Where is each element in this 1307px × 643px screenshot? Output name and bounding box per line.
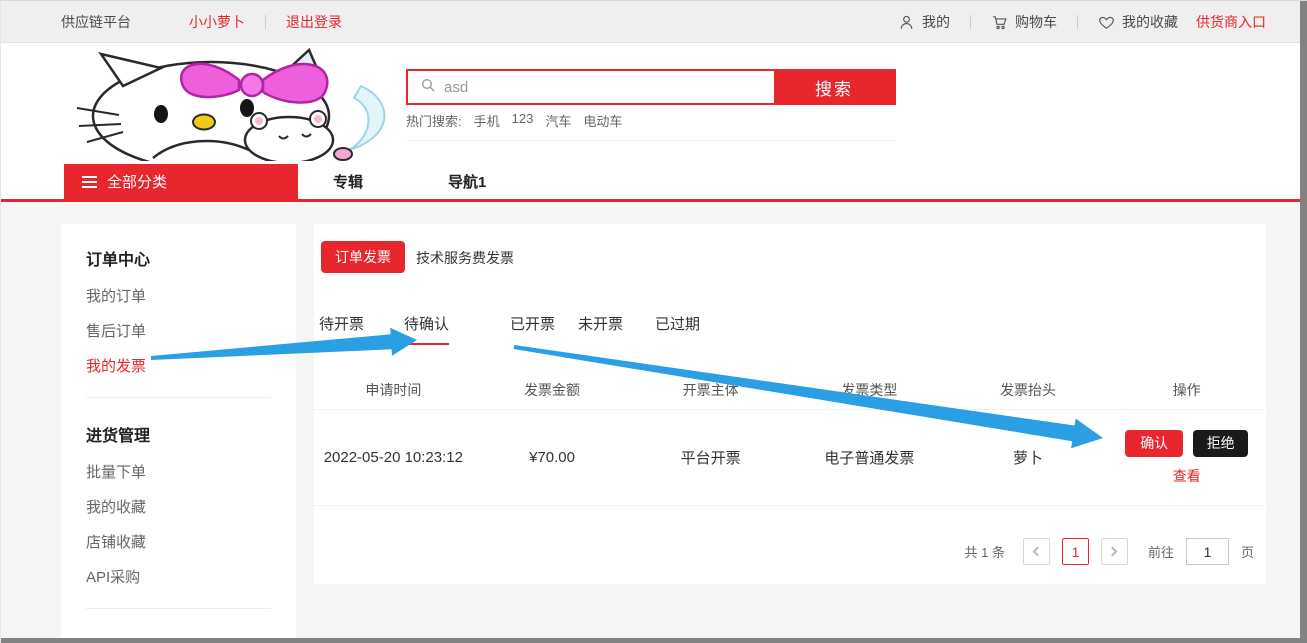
main-nav: 全部分类 专辑 导航1 <box>1 164 1307 199</box>
search-bar: 搜索 <box>406 69 896 105</box>
reject-button[interactable]: 拒绝 <box>1193 430 1248 457</box>
topbar: 供应链平台 小小萝卜 退出登录 我的 购物车 <box>1 1 1307 43</box>
username-link[interactable]: 小小萝卜 <box>189 12 245 32</box>
cell-issuer: 平台开票 <box>631 410 790 505</box>
status-tab-not-invoiced[interactable]: 未开票 <box>578 313 623 343</box>
table-row: 2022-05-20 10:23:12 ¥70.00 平台开票 电子普通发票 萝… <box>314 410 1266 506</box>
tab-tech-service-invoice[interactable]: 技术服务费发票 <box>416 248 514 268</box>
sidebar-item-aftersale-orders[interactable]: 售后订单 <box>86 322 271 342</box>
divider <box>970 15 971 29</box>
nav-item-album[interactable]: 专辑 <box>333 171 363 192</box>
page-1-button[interactable]: 1 <box>1062 538 1089 565</box>
logout-link[interactable]: 退出登录 <box>286 12 342 32</box>
supplier-entry-link[interactable]: 供货商入口 <box>1196 12 1266 32</box>
search-button[interactable]: 搜索 <box>774 71 894 103</box>
status-tab-invoiced[interactable]: 已开票 <box>510 313 555 343</box>
status-tab-expired[interactable]: 已过期 <box>655 313 700 343</box>
sidebar-section-order-center: 订单中心 <box>86 246 271 270</box>
sidebar-item-my-orders[interactable]: 我的订单 <box>86 287 271 307</box>
table-header-row: 申请时间 发票金额 开票主体 发票类型 发票抬头 操作 <box>314 371 1266 410</box>
sidebar: 订单中心 我的订单 售后订单 我的发票 进货管理 批量下单 我的收藏 店铺收藏 … <box>61 224 296 643</box>
hot-keyword[interactable]: 电动车 <box>583 111 622 130</box>
sidebar-divider <box>86 397 271 398</box>
cart-label: 购物车 <box>1015 12 1057 32</box>
chevron-right-icon <box>1108 547 1118 557</box>
status-tab-pending-confirm[interactable]: 待确认 <box>404 313 449 345</box>
col-issuer: 开票主体 <box>631 371 790 409</box>
all-categories-label: 全部分类 <box>107 171 167 192</box>
col-invoice-title: 发票抬头 <box>949 371 1108 409</box>
window-edge-bottom <box>1 638 1307 643</box>
search-input[interactable] <box>444 79 744 96</box>
chevron-left-icon <box>1033 547 1043 557</box>
divider <box>1077 15 1078 29</box>
col-invoice-type: 发票类型 <box>790 371 949 409</box>
sidebar-item-batch-order[interactable]: 批量下单 <box>86 463 271 483</box>
cart-icon <box>991 14 1008 31</box>
pagination: 共 1 条 1 前往 页 <box>965 538 1255 565</box>
tab-order-invoice[interactable]: 订单发票 <box>321 241 405 273</box>
invoice-panel: 订单发票 技术服务费发票 待开票 待确认 已开票 未开票 已过期 申请时间 发票… <box>314 224 1266 584</box>
hot-keyword[interactable]: 123 <box>512 111 534 130</box>
search-icon <box>420 77 436 98</box>
col-actions: 操作 <box>1107 371 1266 409</box>
confirm-button[interactable]: 确认 <box>1125 430 1183 457</box>
cell-invoice-title: 萝卜 <box>949 410 1108 505</box>
hot-search-label: 热门搜索: <box>406 111 462 130</box>
page: 供应链平台 小小萝卜 退出登录 我的 购物车 <box>0 0 1307 643</box>
view-link[interactable]: 查看 <box>1173 466 1201 486</box>
next-page-button[interactable] <box>1101 538 1128 565</box>
cart-link[interactable]: 购物车 <box>991 12 1057 32</box>
sidebar-item-my-favorites[interactable]: 我的收藏 <box>86 498 271 518</box>
hot-keyword[interactable]: 手机 <box>474 111 500 130</box>
content-area: 订单中心 我的订单 售后订单 我的发票 进货管理 批量下单 我的收藏 店铺收藏 … <box>1 202 1307 643</box>
cell-apply-time: 2022-05-20 10:23:12 <box>314 410 473 505</box>
favorites-label: 我的收藏 <box>1122 12 1178 32</box>
goto-label: 前往 <box>1148 542 1174 561</box>
hot-keyword[interactable]: 汽车 <box>545 111 571 130</box>
pagination-total: 共 1 条 <box>965 542 1005 561</box>
status-tab-pending-invoice[interactable]: 待开票 <box>319 313 364 343</box>
sidebar-divider <box>86 608 271 609</box>
cell-amount: ¥70.00 <box>473 410 632 505</box>
cell-invoice-type: 电子普通发票 <box>790 410 949 505</box>
menu-icon <box>82 176 97 188</box>
all-categories-button[interactable]: 全部分类 <box>64 164 298 199</box>
person-icon <box>898 14 915 31</box>
goto-page-input[interactable] <box>1186 538 1229 565</box>
favorites-link[interactable]: 我的收藏 <box>1098 12 1178 32</box>
divider <box>265 15 266 29</box>
page-unit-label: 页 <box>1241 542 1254 561</box>
brand-label: 供应链平台 <box>61 12 131 32</box>
window-edge-right <box>1300 1 1307 643</box>
sidebar-item-api-purchase[interactable]: API采购 <box>86 568 271 588</box>
sidebar-item-my-invoices[interactable]: 我的发票 <box>86 357 271 377</box>
sidebar-item-shop-favorites[interactable]: 店铺收藏 <box>86 533 271 553</box>
col-amount: 发票金额 <box>473 371 632 409</box>
prev-page-button[interactable] <box>1023 538 1050 565</box>
logo-cat-image[interactable] <box>61 48 396 161</box>
hot-search-row: 热门搜索: 手机 123 汽车 电动车 <box>406 111 896 141</box>
my-account-link[interactable]: 我的 <box>898 12 950 32</box>
heart-icon <box>1098 14 1115 31</box>
header: 搜索 热门搜索: 手机 123 汽车 电动车 <box>1 44 1307 164</box>
col-apply-time: 申请时间 <box>314 371 473 409</box>
my-account-label: 我的 <box>922 12 950 32</box>
sidebar-section-purchase-mgmt: 进货管理 <box>86 422 271 446</box>
nav-item-nav1[interactable]: 导航1 <box>448 171 486 192</box>
cell-actions: 确认 拒绝 查看 <box>1107 410 1266 505</box>
